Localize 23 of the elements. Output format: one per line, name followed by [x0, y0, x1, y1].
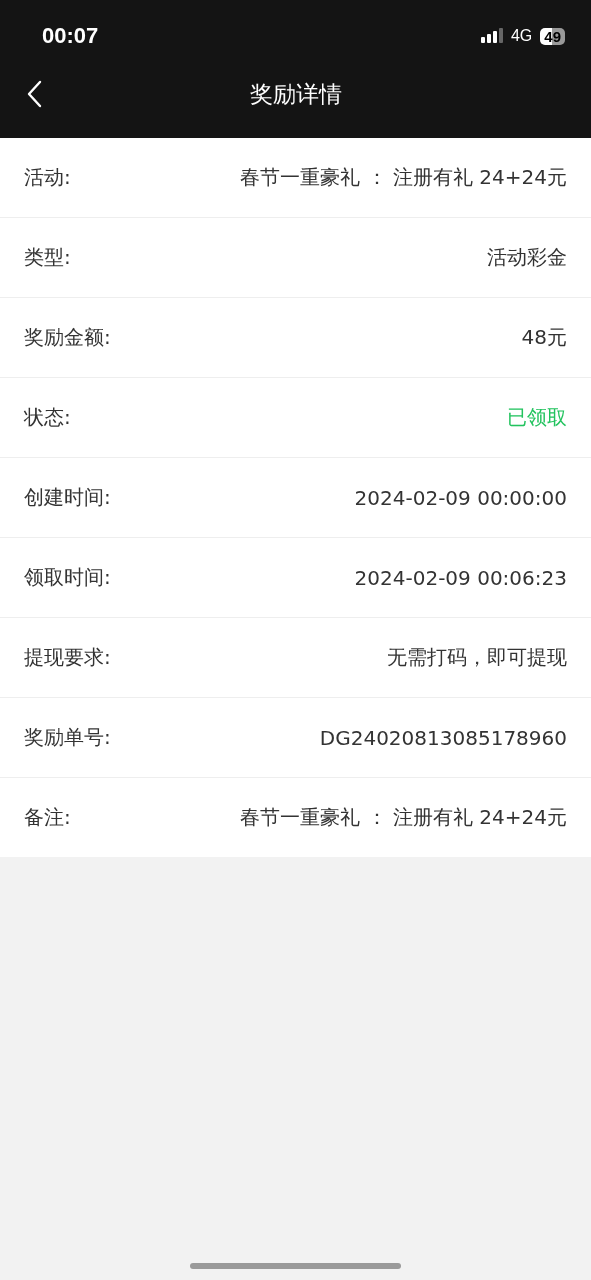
field-value: 2024-02-09 00:00:00 [354, 485, 567, 510]
field-label: 领取时间: [24, 564, 111, 591]
field-value: 48元 [521, 324, 567, 351]
field-label: 备注: [24, 804, 71, 831]
field-label: 奖励金额: [24, 324, 111, 351]
network-label: 4G [510, 27, 533, 45]
status-time: 00:07 [42, 23, 99, 49]
field-label: 创建时间: [24, 484, 111, 511]
back-icon [26, 80, 42, 108]
field-value: DG24020813085178960 [319, 725, 567, 750]
field-value: 已领取 [507, 404, 567, 431]
field-label: 奖励单号: [24, 724, 111, 751]
field-label: 提现要求: [24, 644, 111, 671]
field-value: 无需打码，即可提现 [387, 644, 567, 671]
field-value: 活动彩金 [487, 244, 567, 271]
signal-icon [480, 28, 503, 44]
field-value: 春节一重豪礼 ： 注册有礼 24+24元 [240, 164, 567, 191]
field-value: 2024-02-09 00:06:23 [354, 565, 567, 590]
field-value: 春节一重豪礼 ： 注册有礼 24+24元 [240, 804, 567, 831]
field-label: 状态: [24, 404, 71, 431]
page-title: 奖励详情 [249, 79, 342, 109]
field-label: 类型: [24, 244, 71, 271]
field-label: 活动: [24, 164, 71, 191]
